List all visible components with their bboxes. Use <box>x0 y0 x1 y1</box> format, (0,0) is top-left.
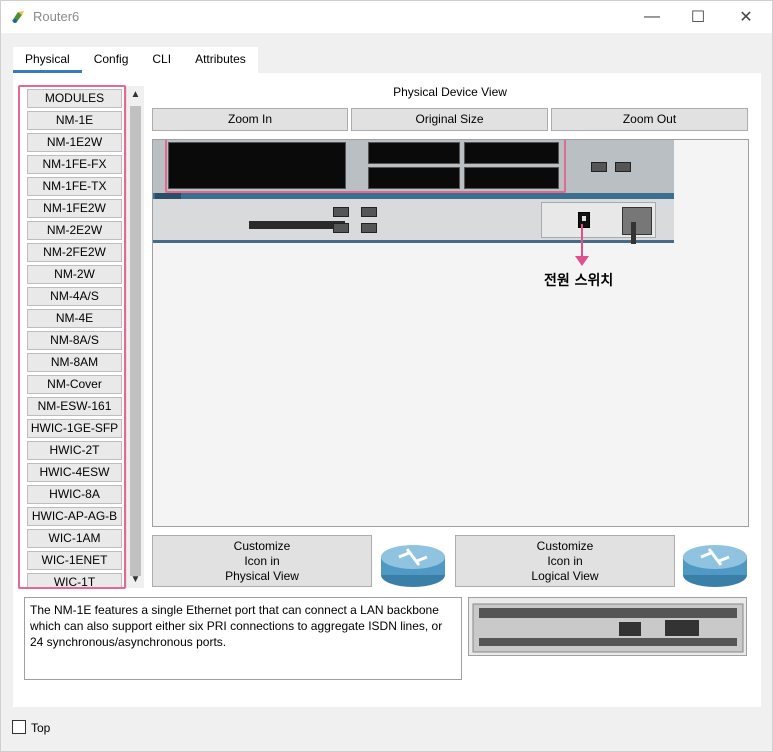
tab-physical[interactable]: Physical <box>13 47 82 73</box>
compact-flash-slot[interactable] <box>249 221 345 229</box>
customize-physical-label: Customize Icon in Physical View <box>225 538 299 583</box>
power-cable-icon <box>631 222 636 244</box>
module-item[interactable]: NM-2W <box>27 265 122 284</box>
module-list-scrollbar[interactable]: ▲ ▼ <box>126 86 144 588</box>
module-item[interactable]: NM-1FE2W <box>27 199 122 218</box>
router-physical-icon <box>381 545 445 587</box>
module-item[interactable]: HWIC-AP-AG-B <box>27 507 122 526</box>
module-preview-image <box>468 597 747 656</box>
module-item[interactable]: WIC-1T <box>27 573 122 589</box>
customize-logical-label: Customize Icon in Logical View <box>531 538 599 583</box>
nm-module-image-icon <box>472 603 744 653</box>
module-item[interactable]: HWIC-2T <box>27 441 122 460</box>
aux-port[interactable] <box>333 223 349 233</box>
customize-physical-icon-button[interactable]: Customize Icon in Physical View <box>152 535 372 587</box>
window-title: Router6 <box>33 9 80 24</box>
module-item[interactable]: WIC-1AM <box>27 529 122 548</box>
module-item[interactable]: NM-4A/S <box>27 287 122 306</box>
module-item[interactable]: NM-8A/S <box>27 331 122 350</box>
module-item[interactable]: NM-4E <box>27 309 122 328</box>
power-switch[interactable] <box>578 212 590 228</box>
tab-cli[interactable]: CLI <box>140 47 184 73</box>
tab-attributes[interactable]: Attributes <box>183 47 258 73</box>
usb-port-0[interactable] <box>361 207 377 217</box>
module-item[interactable]: NM-8AM <box>27 353 122 372</box>
ethernet-port-0[interactable] <box>591 162 607 172</box>
maximize-button[interactable]: ☐ <box>675 1 721 33</box>
module-item[interactable]: MODULES <box>27 89 122 108</box>
zoom-in-button[interactable]: Zoom In <box>152 108 348 131</box>
physical-device-view-title: Physical Device View <box>393 85 507 99</box>
module-item[interactable]: NM-ESW-161 <box>27 397 122 416</box>
scroll-thumb[interactable] <box>130 106 141 576</box>
module-item[interactable]: NM-2E2W <box>27 221 122 240</box>
minimize-button[interactable]: — <box>629 1 675 33</box>
maximize-icon: ☐ <box>690 9 706 26</box>
module-item[interactable]: HWIC-4ESW <box>27 463 122 482</box>
module-item[interactable]: NM-1FE-FX <box>27 155 122 174</box>
close-icon: ✕ <box>739 9 753 26</box>
console-port[interactable] <box>333 207 349 217</box>
tab-config[interactable]: Config <box>81 47 141 73</box>
tab-bar: Physical Config CLI Attributes <box>13 47 258 73</box>
top-checkbox[interactable] <box>12 720 26 734</box>
ethernet-port-1[interactable] <box>615 162 631 172</box>
scroll-up-icon[interactable]: ▲ <box>127 86 144 103</box>
annotation-arrow <box>581 224 583 260</box>
usb-port-1[interactable] <box>361 223 377 233</box>
annotation-arrow-head-icon <box>575 256 589 266</box>
close-button[interactable]: ✕ <box>723 1 769 33</box>
zoom-out-button[interactable]: Zoom Out <box>551 108 748 131</box>
module-item[interactable]: HWIC-8A <box>27 485 122 504</box>
router-chassis-bottom <box>153 199 674 243</box>
module-description: The NM-1E features a single Ethernet por… <box>24 597 462 680</box>
module-item[interactable]: HWIC-1GE-SFP <box>27 419 122 438</box>
module-item[interactable]: NM-1E2W <box>27 133 122 152</box>
customize-logical-icon-button[interactable]: Customize Icon in Logical View <box>455 535 675 587</box>
module-item[interactable]: NM-1FE-TX <box>27 177 122 196</box>
scroll-down-icon[interactable]: ▼ <box>127 571 144 588</box>
module-item[interactable]: WIC-1ENET <box>27 551 122 570</box>
module-item[interactable]: NM-2FE2W <box>27 243 122 262</box>
top-checkbox-label: Top <box>31 721 51 735</box>
minimize-icon: — <box>644 8 660 25</box>
device-window: Router6 — ☐ ✕ Physical Config CLI Attrib… <box>0 0 773 752</box>
power-socket-icon <box>622 207 652 235</box>
title-bar: Router6 — ☐ ✕ <box>1 1 772 33</box>
router-app-icon <box>12 11 24 23</box>
router-logical-icon <box>683 545 747 587</box>
device-view-canvas: 전원 스위치 <box>152 139 749 527</box>
original-size-button[interactable]: Original Size <box>351 108 548 131</box>
module-item[interactable]: NM-1E <box>27 111 122 130</box>
power-switch-annotation: 전원 스위치 <box>544 273 614 289</box>
module-item[interactable]: NM-Cover <box>27 375 122 394</box>
module-slot-highlight <box>165 140 566 193</box>
power-panel <box>541 202 656 238</box>
